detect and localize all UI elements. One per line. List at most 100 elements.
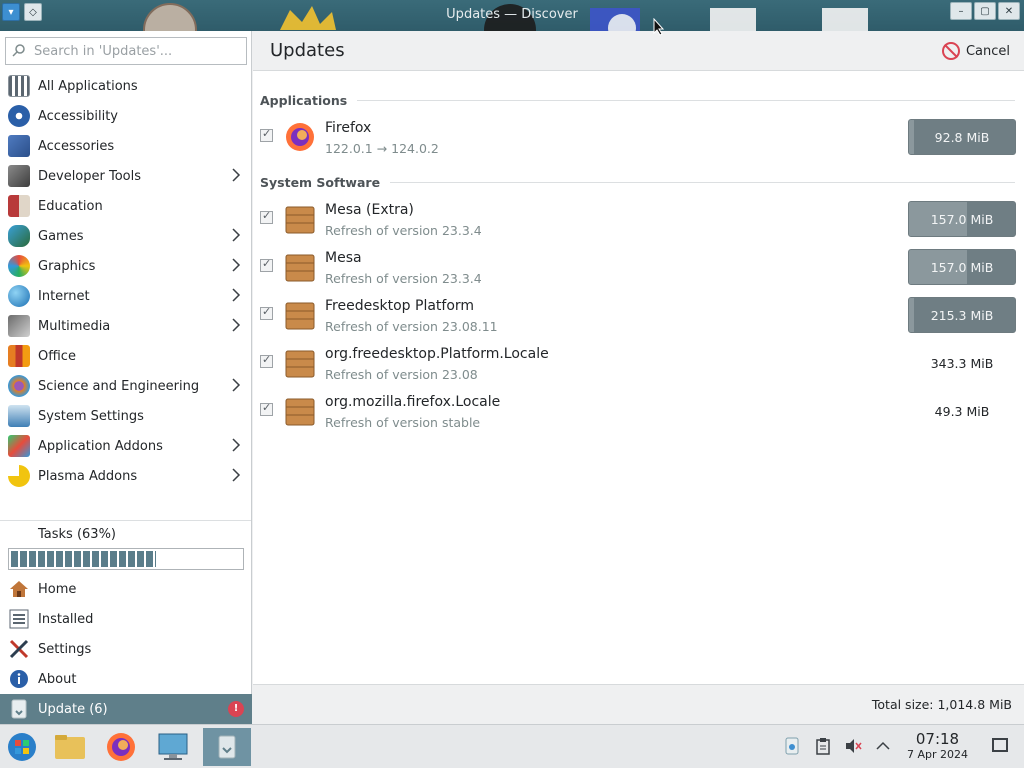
chevron-right-icon[interactable]: [231, 378, 241, 392]
update-size: 157.0 MiB: [930, 211, 994, 227]
system-settings-icon: [8, 405, 30, 427]
minimize-icon[interactable]: –: [950, 2, 972, 20]
total-size: Total size: 1,014.8 MiB: [871, 697, 1012, 712]
firefox-icon[interactable]: [101, 728, 141, 766]
package-icon: [284, 203, 316, 235]
update-version: Refresh of version 23.3.4: [325, 223, 482, 238]
sidebar-item-education[interactable]: Education: [0, 191, 251, 221]
chevron-right-icon[interactable]: [231, 438, 241, 452]
chevron-right-icon[interactable]: [231, 228, 241, 242]
file-manager-icon[interactable]: [50, 728, 90, 766]
section-title: Applications: [260, 92, 348, 108]
category-list: All Applications Accessibility Accessori…: [0, 71, 251, 491]
games-icon: [8, 225, 30, 247]
sidebar-item-developer-tools[interactable]: Developer Tools: [0, 161, 251, 191]
show-desktop-icon[interactable]: [992, 738, 1008, 752]
cancel-icon: [941, 42, 960, 60]
close-icon[interactable]: ✕: [998, 2, 1020, 20]
grid-icon: [8, 75, 30, 97]
update-size-progress[interactable]: 215.3 MiB: [908, 297, 1016, 333]
graphics-icon: [8, 255, 30, 277]
update-row[interactable]: Mesa Refresh of version 23.3.4 157.0 MiB: [253, 249, 1024, 297]
section-divider: [390, 181, 1015, 183]
update-progress-fill: [909, 120, 915, 154]
sidebar-item-about[interactable]: About: [0, 664, 251, 694]
firefox-icon: [284, 121, 316, 153]
internet-icon: [8, 285, 30, 307]
update-size-progress[interactable]: 157.0 MiB: [908, 201, 1016, 237]
discover-icon[interactable]: [203, 728, 251, 766]
update-checkbox[interactable]: [260, 209, 273, 224]
sidebar-item-label: About: [38, 671, 77, 687]
sidebar-item-plasma-addons[interactable]: Plasma Addons: [0, 461, 251, 491]
sidebar-item-label: Education: [38, 198, 103, 214]
sidebar-item-multimedia[interactable]: Multimedia: [0, 311, 251, 341]
multimedia-icon: [8, 315, 30, 337]
sidebar-item-installed[interactable]: Installed: [0, 604, 251, 634]
sidebar-item-label: Office: [38, 348, 76, 364]
update-checkbox[interactable]: [260, 401, 273, 416]
sidebar-item-settings[interactable]: Settings: [0, 634, 251, 664]
search-box[interactable]: [5, 37, 247, 65]
sidebar-item-internet[interactable]: Internet: [0, 281, 251, 311]
chevron-right-icon[interactable]: [231, 318, 241, 332]
window-title: Updates — Discover: [446, 7, 578, 22]
update-notifier-icon[interactable]: [783, 737, 801, 755]
update-checkbox[interactable]: [260, 127, 273, 142]
sidebar-item-system-settings[interactable]: System Settings: [0, 401, 251, 431]
volume-muted-icon[interactable]: [844, 737, 862, 755]
sidebar-item-games[interactable]: Games: [0, 221, 251, 251]
package-icon: [284, 251, 316, 283]
cancel-label: Cancel: [965, 43, 1010, 59]
update-row[interactable]: org.freedesktop.Platform.Locale Refresh …: [253, 345, 1024, 393]
sidebar-item-graphics[interactable]: Graphics: [0, 251, 251, 281]
window-titlebar[interactable]: ▾ ◇ Updates — Discover – ▢ ✕: [0, 0, 1024, 31]
update-name: Freedesktop Platform: [325, 298, 475, 314]
sidebar-item-label: Installed: [38, 611, 94, 627]
chevron-up-icon[interactable]: [874, 737, 892, 755]
update-checkbox[interactable]: [260, 257, 273, 272]
update-size: 343.3 MiB: [930, 355, 994, 371]
section-title: System Software: [260, 174, 381, 190]
update-checkbox[interactable]: [260, 353, 273, 368]
sidebar-item-office[interactable]: Office: [0, 341, 251, 371]
section-divider: [357, 99, 1015, 101]
page-header: Updates Cancel: [253, 31, 1024, 71]
search-input[interactable]: [34, 43, 234, 59]
sidebar-item-update[interactable]: Update (6) !: [0, 694, 252, 724]
start-menu-icon[interactable]: [2, 728, 42, 766]
sidebar-item-home[interactable]: Home: [0, 574, 251, 604]
tasks-progress-bar: [8, 548, 244, 570]
update-size-progress[interactable]: 92.8 MiB: [908, 119, 1016, 155]
sidebar-item-accessibility[interactable]: Accessibility: [0, 101, 251, 131]
sidebar-item-application-addons[interactable]: Application Addons: [0, 431, 251, 461]
update-row[interactable]: Mesa (Extra) Refresh of version 23.3.4 1…: [253, 201, 1024, 249]
sidebar-item-science[interactable]: Science and Engineering: [0, 371, 251, 401]
clock[interactable]: 07:18 7 Apr 2024: [907, 730, 968, 761]
maximize-icon[interactable]: ▢: [974, 2, 996, 20]
update-row[interactable]: Firefox 122.0.1 → 124.0.2 92.8 MiB: [253, 119, 1024, 167]
update-row[interactable]: org.mozilla.firefox.Locale Refresh of ve…: [253, 393, 1024, 441]
sidebar-item-all-applications[interactable]: All Applications: [0, 71, 251, 101]
chevron-right-icon[interactable]: [231, 168, 241, 182]
cancel-button[interactable]: Cancel: [941, 39, 1010, 63]
update-progress-fill: [909, 298, 915, 332]
update-size-progress[interactable]: 157.0 MiB: [908, 249, 1016, 285]
section-system-software: System Software: [260, 174, 1015, 190]
sidebar-item-accessories[interactable]: Accessories: [0, 131, 251, 161]
update-row[interactable]: Freedesktop Platform Refresh of version …: [253, 297, 1024, 345]
update-checkbox[interactable]: [260, 305, 273, 320]
update-name: Mesa (Extra): [325, 202, 414, 218]
clipboard-icon[interactable]: [814, 737, 832, 755]
chevron-right-icon[interactable]: [231, 468, 241, 482]
chevron-right-icon[interactable]: [231, 258, 241, 272]
about-icon: [8, 668, 30, 690]
update-badge: !: [228, 701, 244, 717]
section-applications: Applications: [260, 92, 1015, 108]
package-icon: [284, 299, 316, 331]
chevron-right-icon[interactable]: [231, 288, 241, 302]
update-version: 122.0.1 → 124.0.2: [325, 141, 439, 156]
update-name: Firefox: [325, 120, 372, 136]
system-monitor-icon[interactable]: [153, 728, 193, 766]
tasks-label[interactable]: Tasks (63%): [38, 527, 116, 542]
